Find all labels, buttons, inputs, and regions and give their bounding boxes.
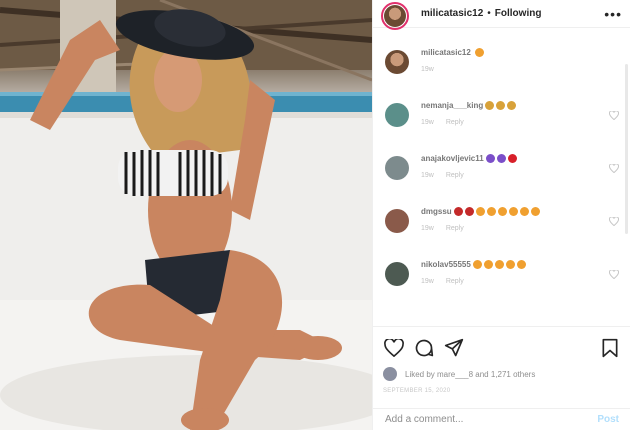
caption-avatar[interactable]: [385, 50, 409, 74]
comments-scrollbar[interactable]: [625, 64, 628, 234]
commenter-username[interactable]: dmgssu: [421, 207, 452, 216]
header-separator: •: [487, 8, 491, 19]
post-button[interactable]: Post: [597, 414, 619, 425]
commenter-avatar[interactable]: [385, 209, 409, 233]
comment-like-heart-icon[interactable]: [608, 110, 620, 122]
comment-time: 19w: [421, 225, 434, 232]
emoji-icon: [475, 207, 485, 217]
reply-button[interactable]: Reply: [446, 119, 464, 126]
commenter-username[interactable]: nikolav55555: [421, 260, 471, 269]
emoji-icon: [516, 260, 526, 270]
bookmark-icon[interactable]: [599, 337, 621, 359]
comment-row: anajakovljevic11 19w Reply: [373, 146, 630, 199]
add-comment-bar: Post: [373, 408, 630, 430]
emoji-icon: [485, 154, 495, 164]
emoji-icon: [508, 207, 518, 217]
emoji-icon: [505, 260, 515, 270]
post-sidebar: milicatasic12 • Following ••• milicatasi…: [372, 0, 630, 430]
share-icon[interactable]: [443, 337, 465, 359]
comment-row: dmgssu 19w Reply: [373, 199, 630, 252]
comment-text: anajakovljevic11: [421, 152, 609, 166]
add-comment-input[interactable]: [385, 414, 598, 425]
emoji-icon: [530, 207, 540, 217]
caption-text: milicatasic12: [421, 46, 619, 60]
comment-text: nemanja___king: [421, 99, 609, 113]
reply-button[interactable]: Reply: [446, 172, 464, 179]
comment-icon[interactable]: [413, 337, 435, 359]
emoji-icon: [494, 260, 504, 270]
emoji-icon: [497, 207, 507, 217]
commenter-avatar[interactable]: [385, 262, 409, 286]
emoji-icon: [453, 207, 463, 217]
action-icons: [383, 335, 621, 361]
post-photo-illustration: [0, 0, 372, 430]
post-header: milicatasic12 • Following •••: [373, 0, 630, 30]
emoji-icon: [472, 260, 482, 270]
emoji-icon: [507, 101, 517, 111]
emoji-icon: [507, 154, 517, 164]
likes-text[interactable]: Liked by mare___8 and 1,271 others: [405, 370, 535, 379]
comment-time: 19w: [421, 119, 434, 126]
emoji-icon: [496, 154, 506, 164]
caption: milicatasic12 19w: [373, 40, 630, 93]
emoji-icon: [485, 101, 495, 111]
emoji-icon: [519, 207, 529, 217]
comment-like-heart-icon[interactable]: [608, 216, 620, 228]
emoji-icon: [496, 101, 506, 111]
caption-meta: 19w: [421, 66, 619, 73]
comment-time: 19w: [421, 278, 434, 285]
comment-time: 19w: [421, 172, 434, 179]
post-actions: Liked by mare___8 and 1,271 others SEPTE…: [373, 326, 630, 394]
comment-text: nikolav55555: [421, 258, 609, 272]
commenter-avatar[interactable]: [385, 156, 409, 180]
author-username[interactable]: milicatasic12: [421, 8, 483, 19]
comment-meta: 19w Reply: [421, 225, 609, 232]
likes-summary[interactable]: Liked by mare___8 and 1,271 others: [383, 367, 621, 381]
author-avatar[interactable]: [381, 1, 409, 30]
comment-meta: 19w Reply: [421, 172, 609, 179]
following-button[interactable]: Following: [495, 8, 542, 19]
reply-button[interactable]: Reply: [446, 225, 464, 232]
post-date: SEPTEMBER 15, 2020: [383, 388, 451, 394]
comment-row: nemanja___king 19w Reply: [373, 93, 630, 146]
comment-meta: 19w Reply: [421, 278, 609, 285]
commenter-avatar[interactable]: [385, 103, 409, 127]
comment-meta: 19w Reply: [421, 119, 609, 126]
emoji-icon: [483, 260, 493, 270]
emoji-icon: [464, 207, 474, 217]
comment-like-heart-icon[interactable]: [608, 269, 620, 281]
comment-text: dmgssu: [421, 205, 609, 219]
post-photo[interactable]: [0, 0, 372, 430]
comment-row: nikolav55555 19w Reply: [373, 252, 630, 305]
comments-list[interactable]: milicatasic12 19w nemanja___king 19w Reply…: [373, 40, 630, 322]
commenter-username[interactable]: nemanja___king: [421, 101, 483, 110]
commenter-username[interactable]: anajakovljevic11: [421, 154, 484, 163]
liker-avatar[interactable]: [383, 367, 397, 381]
caption-username[interactable]: milicatasic12: [421, 48, 471, 57]
caption-time: 19w: [421, 66, 434, 73]
heart-icon[interactable]: [383, 337, 405, 359]
reply-button[interactable]: Reply: [446, 278, 464, 285]
emoji-icon: [486, 207, 496, 217]
more-horizontal-icon[interactable]: •••: [604, 6, 622, 22]
emoji-icon: [475, 48, 485, 58]
comment-like-heart-icon[interactable]: [608, 163, 620, 175]
